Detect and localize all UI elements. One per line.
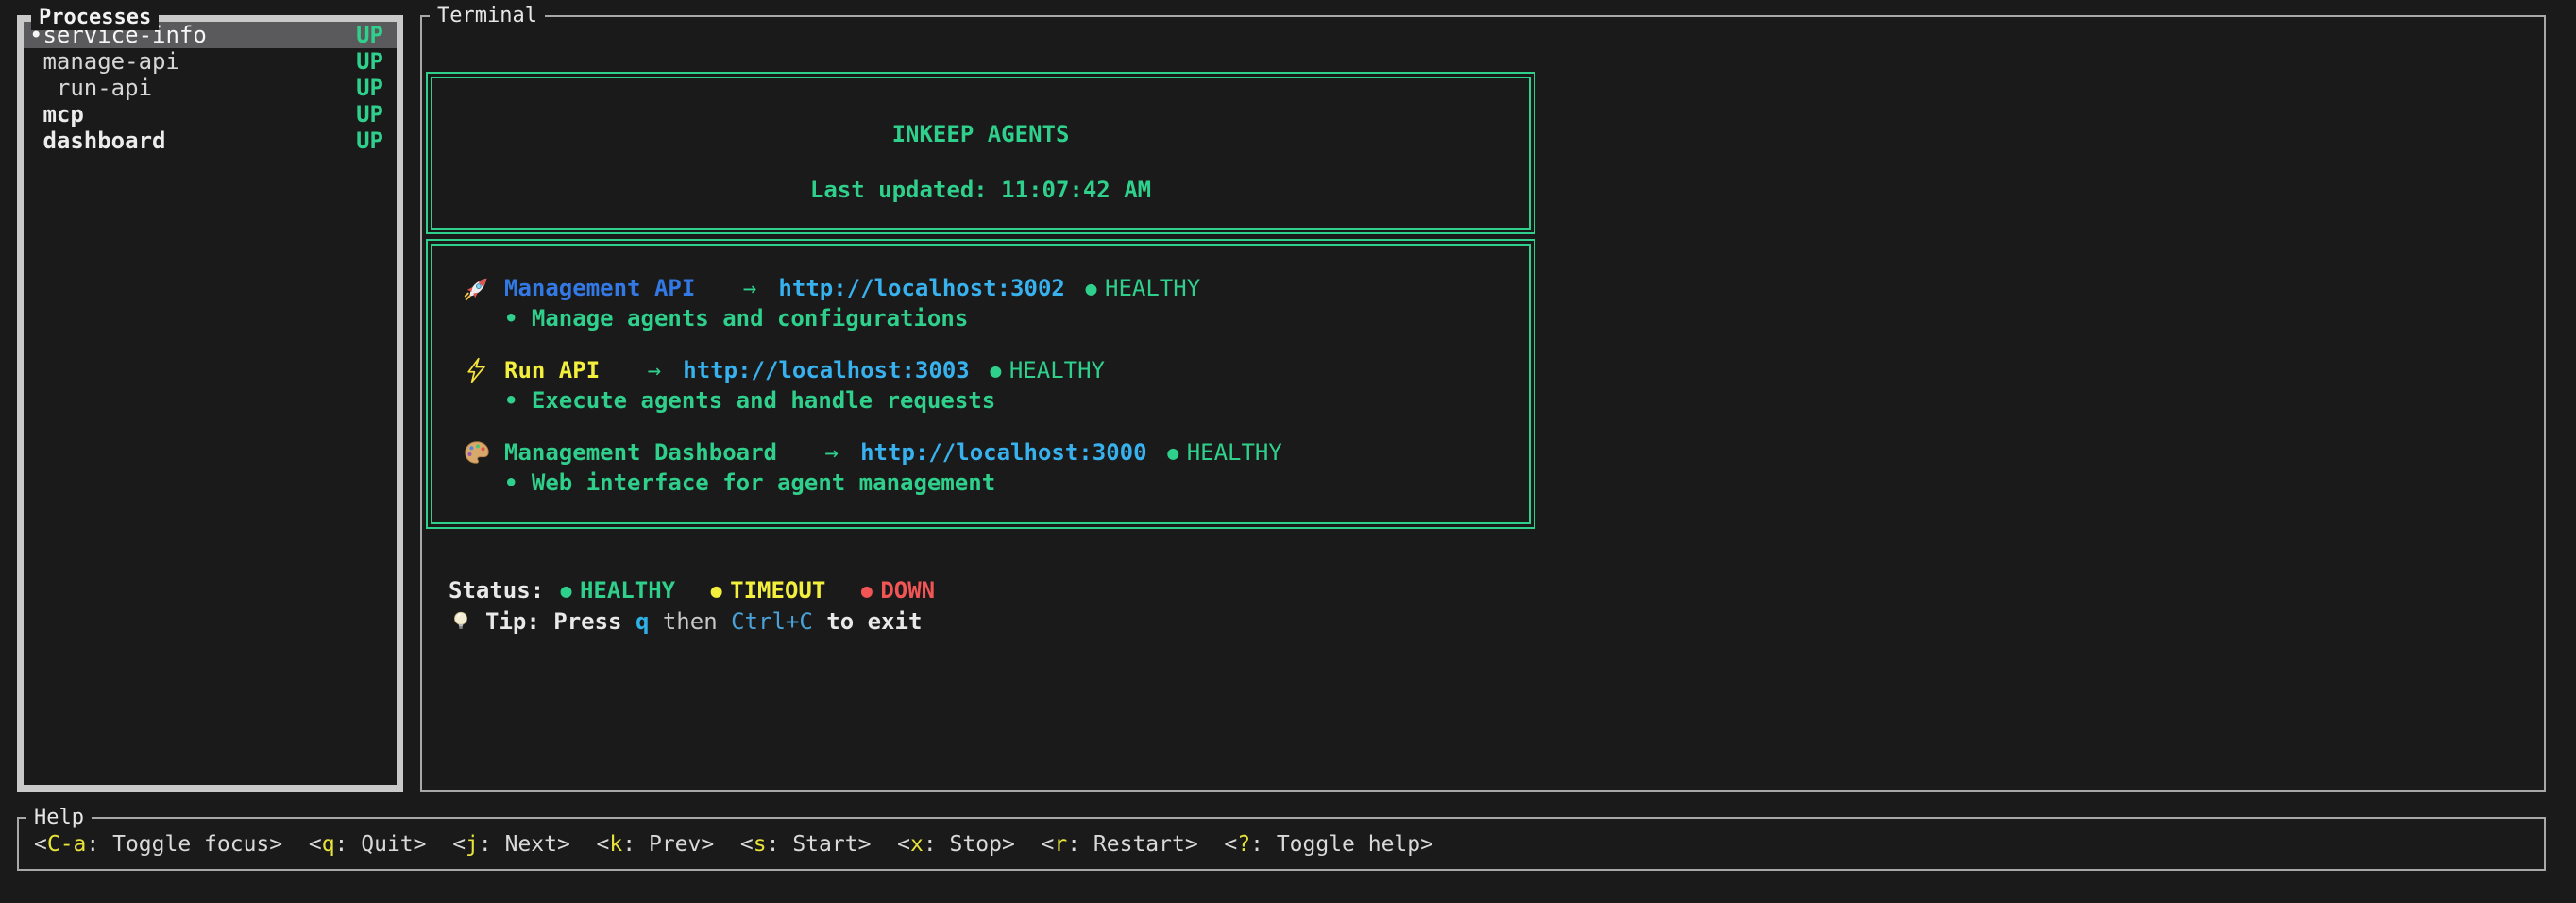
process-row-mcp[interactable]: mcp UP — [24, 101, 397, 128]
down-dot-icon: ● — [861, 579, 873, 602]
legend-timeout-label: TIMEOUT — [730, 577, 825, 604]
tip-line: Tip: Press q then Ctrl+C to exit — [449, 605, 971, 637]
process-name: run-api — [57, 75, 152, 101]
status-dot-icon: ● — [990, 359, 1001, 382]
help-key: s — [754, 832, 767, 857]
process-status-badge: UP — [356, 75, 383, 101]
service-name: Run API — [504, 357, 600, 383]
terminal-footer-text: Status: ● HEALTHY ● TIMEOUT ● DOWN Tip — [449, 574, 971, 637]
service-status: HEALTHY — [1105, 275, 1200, 301]
palette-icon — [461, 438, 493, 467]
services-box: Management API → http://localhost:3002 ●… — [426, 239, 1535, 529]
process-name: manage-api — [42, 48, 179, 75]
service-description: • Execute agents and handle requests — [504, 385, 1529, 416]
status-dot-icon: ● — [1167, 441, 1178, 464]
terminal-panel[interactable]: Terminal INKEEP AGENTS Last updated: 11:… — [420, 15, 2546, 792]
help-action: Stop — [950, 832, 1002, 857]
timeout-dot-icon: ● — [711, 579, 722, 602]
healthy-dot-icon: ● — [560, 579, 571, 602]
help-item-toggle-help: <?: Toggle help> — [1224, 832, 1433, 857]
service-management-dashboard: Management Dashboard → http://localhost:… — [461, 437, 1529, 498]
agents-header-box: INKEEP AGENTS Last updated: 11:07:42 AM — [426, 72, 1535, 234]
service-description: • Web interface for agent management — [504, 468, 1529, 498]
help-action: Toggle focus — [112, 832, 269, 857]
help-item-quit: <q: Quit> — [309, 832, 427, 857]
rocket-icon — [461, 274, 493, 302]
help-key: ? — [1237, 832, 1250, 857]
process-status-badge: UP — [356, 101, 383, 128]
service-status: HEALTHY — [1009, 357, 1105, 383]
help-action: Restart — [1093, 832, 1185, 857]
help-panel-title: Help — [26, 806, 92, 830]
service-name: Management Dashboard — [504, 439, 777, 466]
arrow-icon: → — [648, 357, 661, 383]
help-panel: Help <C-a: Toggle focus> <q: Quit> <j: N… — [17, 817, 2546, 871]
legend-down-label: DOWN — [880, 577, 935, 604]
help-action: Toggle help — [1277, 832, 1420, 857]
legend-healthy-label: HEALTHY — [580, 577, 675, 604]
service-description: • Manage agents and configurations — [504, 303, 1529, 333]
help-item-toggle-focus: <C-a: Toggle focus> — [34, 832, 282, 857]
help-item-start: <s: Start> — [740, 832, 872, 857]
help-item-stop: <x: Stop> — [897, 832, 1015, 857]
service-url[interactable]: http://localhost:3003 — [683, 357, 969, 383]
help-item-restart: <r: Restart> — [1041, 832, 1197, 857]
status-dot-icon: ● — [1086, 277, 1097, 299]
process-row-manage-api[interactable]: manage-api UP — [24, 48, 397, 75]
status-legend-label: Status: — [449, 577, 544, 604]
status-legend: Status: ● HEALTHY ● TIMEOUT ● DOWN — [449, 574, 971, 605]
help-key: q — [322, 832, 335, 857]
process-status-badge: UP — [356, 48, 383, 75]
arrow-icon: → — [743, 275, 756, 301]
help-key: C-a — [47, 832, 87, 857]
help-item-prev: <k: Prev> — [597, 832, 715, 857]
help-key: r — [1054, 832, 1067, 857]
app-title: INKEEP AGENTS — [432, 121, 1529, 147]
service-url[interactable]: http://localhost:3000 — [860, 439, 1146, 466]
arrow-icon: → — [825, 439, 839, 466]
tip-then: then — [649, 608, 731, 635]
tip-suffix: to exit — [813, 608, 923, 635]
tip-text: Tip: Press — [485, 608, 636, 635]
service-status: HEALTHY — [1187, 439, 1282, 466]
process-status-badge: UP — [356, 128, 383, 154]
bulb-icon — [449, 609, 473, 634]
process-name: dashboard — [42, 128, 165, 154]
help-action: Next — [505, 832, 557, 857]
processes-panel: Processes •service-info UP manage-api UP… — [17, 15, 403, 792]
process-status-badge: UP — [356, 22, 383, 48]
help-action: Prev — [649, 832, 701, 857]
service-management-api: Management API → http://localhost:3002 ●… — [461, 273, 1529, 333]
process-name: mcp — [42, 101, 83, 128]
tip-ctrl-c: Ctrl+C — [731, 608, 813, 635]
service-name: Management API — [504, 275, 695, 301]
help-key: k — [609, 832, 622, 857]
last-updated-text: Last updated: 11:07:42 AM — [432, 177, 1529, 203]
help-key: x — [910, 832, 924, 857]
tip-key-q: q — [636, 608, 649, 635]
help-action: Quit — [361, 832, 413, 857]
process-row-run-api[interactable]: run-api UP — [24, 75, 397, 101]
processes-panel-title: Processes — [31, 6, 159, 30]
service-url[interactable]: http://localhost:3002 — [778, 275, 1064, 301]
process-row-dashboard[interactable]: dashboard UP — [24, 128, 397, 154]
terminal-app-window: Processes •service-info UP manage-api UP… — [0, 0, 2576, 903]
help-key: j — [466, 832, 479, 857]
service-run-api: Run API → http://localhost:3003 ● HEALTH… — [461, 355, 1529, 416]
terminal-panel-title: Terminal — [430, 4, 545, 28]
lightning-icon — [461, 357, 493, 383]
help-action: Start — [792, 832, 857, 857]
help-item-next: <j: Next> — [452, 832, 570, 857]
